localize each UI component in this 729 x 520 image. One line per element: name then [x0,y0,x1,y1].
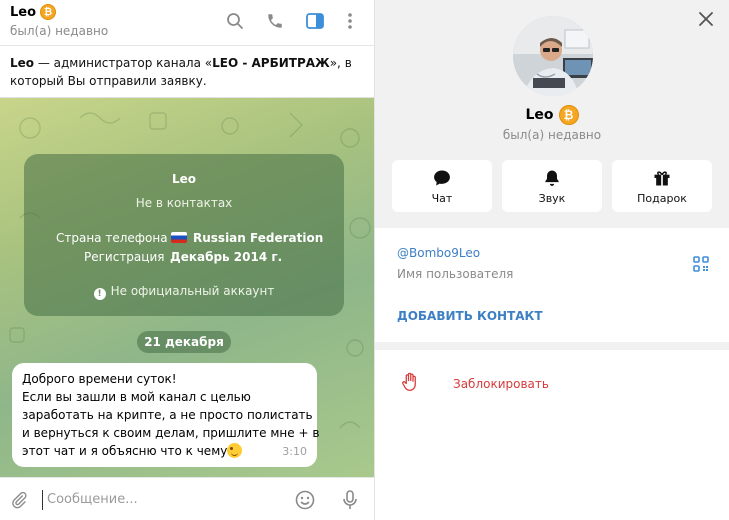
chat-title[interactable]: Leo ₿ [10,4,57,20]
avatar-photo [513,16,593,96]
bitcoin-badge-icon: ₿ [558,105,579,125]
block-hand-icon[interactable] [401,372,419,392]
sound-button-label: Звук [538,192,566,205]
microphone-icon[interactable] [339,489,361,511]
wink-emoji-icon [227,443,243,458]
message-line: и вернуться к своим делам, пришлите мне … [22,426,320,440]
telegram-window: Leo ₿ был(а) недавно Leo — администратор… [0,0,729,520]
message-line: Доброго времени суток! [22,372,177,386]
chat-name[interactable]: Leo [10,5,36,20]
chat-status: был(а) недавно [10,24,109,38]
chat-pane: Leo ₿ был(а) недавно Leo — администратор… [0,0,374,520]
close-icon[interactable] [697,10,715,28]
chat-header: Leo ₿ был(а) недавно [0,0,374,46]
profile-name: Leo ₿ [375,105,729,125]
chat-button-label: Чат [431,192,453,205]
admin-notice: Leo — администратор канала «LEO - АРБИТР… [0,46,374,98]
username-caption: Имя пользователя [397,267,514,281]
profile-pane: Leo ₿ был(а) недавно Чат Звук Подарок @B… [375,0,729,520]
phone-icon[interactable] [264,10,286,32]
chat-background: Leo Не в контактах Страна телефона Russi… [0,98,374,477]
bell-icon [545,170,559,186]
sidebar-toggle-icon[interactable] [304,10,326,32]
message-line-text: этот чат и я объясню что к чему [22,444,228,458]
bitcoin-badge-icon: ₿ [40,4,57,20]
russia-flag-icon [171,232,187,243]
phone-country-text: Russian Federation [193,231,324,245]
phone-country-value: Russian Federation [171,231,323,245]
gift-icon [654,171,670,186]
unofficial-text: Не официальный аккаунт [110,284,275,298]
chat-button[interactable]: Чат [392,160,492,212]
profile-info-section: @Bombo9Leo Имя пользователя ДОБАВИТЬ КОН… [375,228,729,342]
username-link[interactable]: @Bombo9Leo [397,246,480,260]
block-section: Заблокировать [375,350,729,520]
info-card-name: Leo [171,172,197,186]
profile-status: был(а) недавно [502,128,602,142]
attach-icon[interactable] [8,489,30,511]
block-user-button[interactable]: Заблокировать [453,377,549,391]
sound-button[interactable]: Звук [502,160,602,212]
emoji-icon[interactable] [294,489,316,511]
phone-country-label: Страна телефона [56,231,168,245]
profile-name-text: Leo [525,107,554,123]
contact-info-card: Leo Не в контактах Страна телефона Russi… [24,154,344,316]
notice-text-mid: — администратор канала « [34,56,213,70]
gift-button-label: Подарок [637,192,687,205]
message-line-last: этот чат и я объясню что к чему [22,442,307,460]
message-line: Если вы зашли в мой канал с целью [22,390,251,404]
contact-status: Не в контактах [135,196,233,210]
more-menu-icon[interactable] [339,10,361,32]
notice-channel[interactable]: LEO - АРБИТРАЖ [212,56,330,70]
message-time: 3:10 [282,445,307,458]
profile-header: Leo ₿ был(а) недавно Чат Звук Подарок [375,0,729,226]
info-icon: ! [93,288,106,300]
message-composer: Сообщение... [0,477,374,520]
message-line: заработать на крипте, а не просто полист… [22,408,313,422]
date-separator: 21 декабря [137,331,231,353]
chat-icon [434,170,450,186]
message-bubble[interactable]: Доброго времени суток! Если вы зашли в м… [12,363,320,467]
notice-name: Leo [10,56,35,70]
message-input[interactable]: Сообщение... [42,490,272,510]
gift-button[interactable]: Подарок [612,160,712,212]
registration-value: Декабрь 2014 г. [170,250,283,264]
qr-code-icon[interactable] [693,256,709,272]
registration-label: Регистрация [84,250,165,264]
unofficial-account: ! Не официальный аккаунт [24,284,344,300]
search-icon[interactable] [224,10,246,32]
avatar[interactable] [513,16,593,96]
add-contact-button[interactable]: ДОБАВИТЬ КОНТАКТ [397,309,543,323]
